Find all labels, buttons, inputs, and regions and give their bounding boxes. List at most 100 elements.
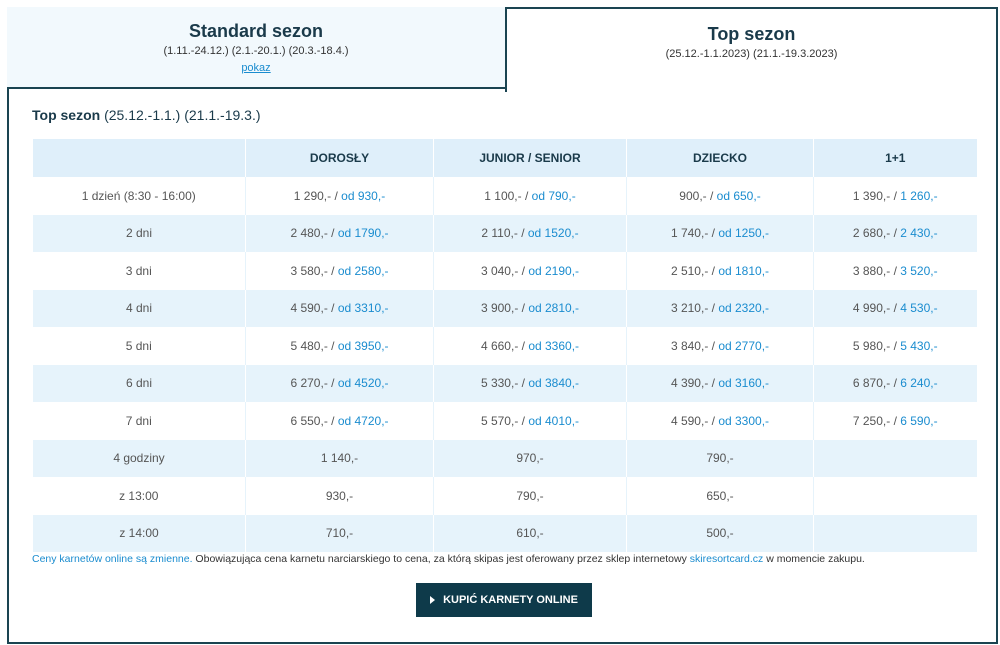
price-regular: 2 680,- / [852, 226, 901, 241]
price-cell: 2 510,- / od 1810,- [626, 252, 814, 290]
price-cell: 4 990,- / 4 530,- [813, 289, 977, 327]
price-online: od 1250,- [718, 226, 770, 241]
price-online: od 2770,- [718, 338, 770, 353]
section-title-dates: (25.12.-1.1.) (21.1.-19.3.) [100, 107, 261, 123]
price-regular: 4 590,- / [290, 301, 338, 316]
price-online: od 3310,- [337, 301, 389, 316]
price-regular: 3 580,- / [290, 263, 338, 278]
price-regular: 610,- [516, 526, 544, 541]
price-regular: 3 880,- / [852, 263, 901, 278]
price-regular: 7 250,- / [852, 413, 901, 428]
buy-passes-label: KUPIĆ KARNETY ONLINE [443, 594, 578, 606]
price-cell: 3 900,- / od 2810,- [433, 289, 627, 327]
section-title-bold: Top sezon [32, 107, 101, 123]
price-online: od 3360,- [528, 338, 580, 353]
price-online: od 2190,- [528, 263, 580, 278]
price-online: 2 430,- [900, 226, 938, 241]
price-regular: 5 480,- / [290, 338, 338, 353]
price-cell: 4 660,- / od 3360,- [433, 327, 627, 365]
table-row: 6 dni 6 270,- / od 4520,- 5 330,- / od 384… [32, 364, 977, 402]
price-regular: 4 390,- / [670, 376, 719, 391]
price-online: od 4720,- [337, 413, 389, 428]
price-panel: Top sezon (25.12.-1.1.) (21.1.-19.3.) DO… [7, 89, 998, 644]
price-regular: 2 510,- / [670, 263, 719, 278]
price-cell [813, 477, 977, 515]
price-cell: 3 210,- / od 2320,- [626, 289, 814, 327]
table-row: z 14:00 710,- 610,- 500,- [32, 514, 977, 552]
price-cell: 4 590,- / od 3310,- [245, 289, 434, 327]
table-row: 3 dni 3 580,- / od 2580,- 3 040,- / od 219… [32, 252, 977, 290]
price-cell: 3 040,- / od 2190,- [433, 252, 627, 290]
price-regular: 3 040,- / [480, 263, 529, 278]
note-text-1: Obowiązująca cena karnetu narciarskiego … [192, 553, 690, 565]
price-regular: 3 210,- / [670, 301, 719, 316]
tab-top-season[interactable]: Top sezon (25.12.-1.1.2023) (21.1.-19.3.… [505, 7, 998, 92]
price-cell: 1 390,- / 1 260,- [813, 177, 977, 215]
table-row: z 13:00 930,- 790,- 650,- [32, 477, 977, 515]
price-online: od 2320,- [718, 301, 770, 316]
price-online: 4 530,- [900, 301, 938, 316]
price-regular: 790,- [706, 451, 734, 466]
price-regular: 5 330,- / [480, 376, 529, 391]
price-regular: 650,- [706, 488, 734, 503]
price-regular: 970,- [516, 451, 544, 466]
price-online: od 650,- [716, 188, 761, 203]
price-cell: 500,- [626, 514, 814, 552]
row-label: 6 dni [32, 364, 246, 402]
price-cell: 610,- [433, 514, 627, 552]
price-online: od 1520,- [527, 226, 579, 241]
price-regular: 900,- / [679, 188, 717, 203]
row-label: 1 dzień (8:30 - 16:00) [32, 177, 246, 215]
section-title: Top sezon (25.12.-1.1.) (21.1.-19.3.) [32, 107, 261, 123]
price-cell: 5 980,- / 5 430,- [813, 327, 977, 365]
price-cell: 3 880,- / 3 520,- [813, 252, 977, 290]
price-regular: 1 290,- / [293, 188, 342, 203]
table-row: 4 godziny 1 140,- 970,- 790,- [32, 439, 977, 477]
play-arrow-icon [430, 596, 436, 604]
tab-standard-title: Standard sezon [188, 21, 324, 41]
price-regular: 6 270,- / [290, 376, 338, 391]
price-regular: 4 660,- / [480, 338, 529, 353]
price-online: od 3300,- [718, 413, 770, 428]
price-regular: 500,- [706, 526, 734, 541]
price-online: od 2580,- [337, 263, 389, 278]
price-online: 6 590,- [900, 413, 938, 428]
tab-standard-season[interactable]: Standard sezon (1.11.-24.12.) (2.1.-20.1… [7, 7, 506, 89]
price-online: 5 430,- [900, 338, 938, 353]
header-cell-1plus1: 1+1 [813, 139, 977, 177]
show-standard-link[interactable]: pokaz [241, 62, 270, 74]
price-regular: 2 480,- / [290, 226, 338, 241]
price-online: 6 240,- [900, 376, 938, 391]
price-table: DOROSŁY JUNIOR / SENIOR DZIECKO 1+1 1 dz… [32, 139, 977, 552]
price-online: od 4520,- [337, 376, 389, 391]
row-label: z 14:00 [32, 514, 246, 552]
buy-passes-button[interactable]: KUPIĆ KARNETY ONLINE [416, 583, 592, 617]
price-note: Ceny karnetów online są zmienne. Obowiąz… [32, 553, 865, 565]
price-online: od 1790,- [337, 226, 389, 241]
row-label: z 13:00 [32, 477, 246, 515]
price-regular: 710,- [325, 526, 354, 541]
price-cell: 790,- [626, 439, 814, 477]
table-row: 1 dzień (8:30 - 16:00) 1 290,- / od 930,-… [32, 177, 977, 215]
price-online: od 790,- [531, 188, 576, 203]
shop-link[interactable]: skiresortcard.cz [690, 553, 764, 565]
price-online: 3 520,- [900, 263, 938, 278]
price-online: od 1810,- [718, 263, 770, 278]
header-cell [32, 139, 246, 177]
price-cell: 930,- [245, 477, 434, 515]
price-cell [813, 514, 977, 552]
price-regular: 930,- [325, 488, 354, 503]
header-cell-adult: DOROSŁY [245, 139, 434, 177]
price-cell: 1 740,- / od 1250,- [626, 214, 814, 252]
price-cell: 790,- [433, 477, 627, 515]
price-cell: 5 330,- / od 3840,- [433, 364, 627, 402]
price-regular: 1 740,- / [670, 226, 719, 241]
price-regular: 6 550,- / [290, 413, 338, 428]
price-regular: 1 390,- / [852, 188, 901, 203]
price-regular: 2 110,- / [481, 226, 528, 241]
online-prices-link[interactable]: Ceny karnetów online są zmienne. [32, 553, 193, 565]
note-text-2: w momencie zakupu. [763, 553, 865, 565]
table-row: 7 dni 6 550,- / od 4720,- 5 570,- / od 401… [32, 402, 977, 440]
price-cell: 3 580,- / od 2580,- [245, 252, 434, 290]
price-cell: 1 140,- [245, 439, 434, 477]
